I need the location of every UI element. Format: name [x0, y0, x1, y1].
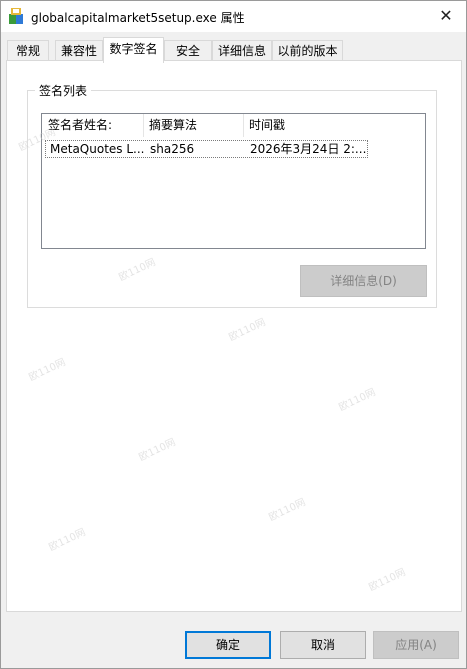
column-header-digest[interactable]: 摘要算法 [143, 114, 243, 137]
signer-name-cell: MetaQuotes L... [50, 142, 145, 156]
cancel-button[interactable]: 取消 [280, 631, 366, 659]
close-button[interactable]: ✕ [431, 3, 461, 27]
apply-button[interactable]: 应用(A) [373, 631, 459, 659]
tab-strip: 常规 兼容性 数字签名 安全 详细信息 以前的版本 [1, 32, 466, 63]
properties-window: globalcapitalmarket5setup.exe 属性 ✕ 常规 兼容… [0, 0, 467, 669]
tab-panel: 签名列表 签名者姓名: 摘要算法 时间戳 MetaQuotes L... sha… [6, 60, 462, 612]
signature-list-group: 签名列表 签名者姓名: 摘要算法 时间戳 MetaQuotes L... sha… [27, 82, 437, 308]
watermark: 欧110网 [337, 387, 378, 414]
watermark: 欧110网 [137, 437, 178, 464]
timestamp-cell: 2026年3月24日 2:... [250, 142, 367, 156]
watermark: 欧110网 [367, 567, 408, 594]
list-header: 签名者姓名: 摘要算法 时间戳 [42, 114, 425, 137]
tab-previous-versions[interactable]: 以前的版本 [272, 40, 343, 60]
tab-compatibility[interactable]: 兼容性 [55, 40, 103, 60]
details-button[interactable]: 详细信息(D) [300, 265, 427, 297]
column-header-timestamp[interactable]: 时间戳 [243, 114, 423, 137]
tab-security[interactable]: 安全 [164, 40, 212, 60]
table-row[interactable]: MetaQuotes L... sha256 2026年3月24日 2:... [45, 140, 368, 158]
ok-button[interactable]: 确定 [185, 631, 271, 659]
watermark: 欧110网 [227, 317, 268, 344]
watermark: 欧110网 [47, 527, 88, 554]
digest-cell: sha256 [150, 142, 195, 156]
column-header-signer[interactable]: 签名者姓名: [42, 114, 143, 137]
watermark: 欧110网 [267, 497, 308, 524]
tab-details[interactable]: 详细信息 [212, 40, 272, 60]
window-title: globalcapitalmarket5setup.exe 属性 [31, 11, 245, 25]
signature-listview[interactable]: 签名者姓名: 摘要算法 时间戳 MetaQuotes L... sha256 2… [41, 113, 426, 249]
group-label: 签名列表 [35, 82, 92, 99]
title-bar[interactable]: globalcapitalmarket5setup.exe 属性 ✕ [1, 1, 466, 32]
close-icon: ✕ [439, 5, 453, 25]
installer-icon [9, 8, 23, 24]
tab-digital-signatures[interactable]: 数字签名 [103, 37, 164, 63]
tab-general[interactable]: 常规 [7, 40, 49, 60]
watermark: 欧110网 [27, 357, 68, 384]
